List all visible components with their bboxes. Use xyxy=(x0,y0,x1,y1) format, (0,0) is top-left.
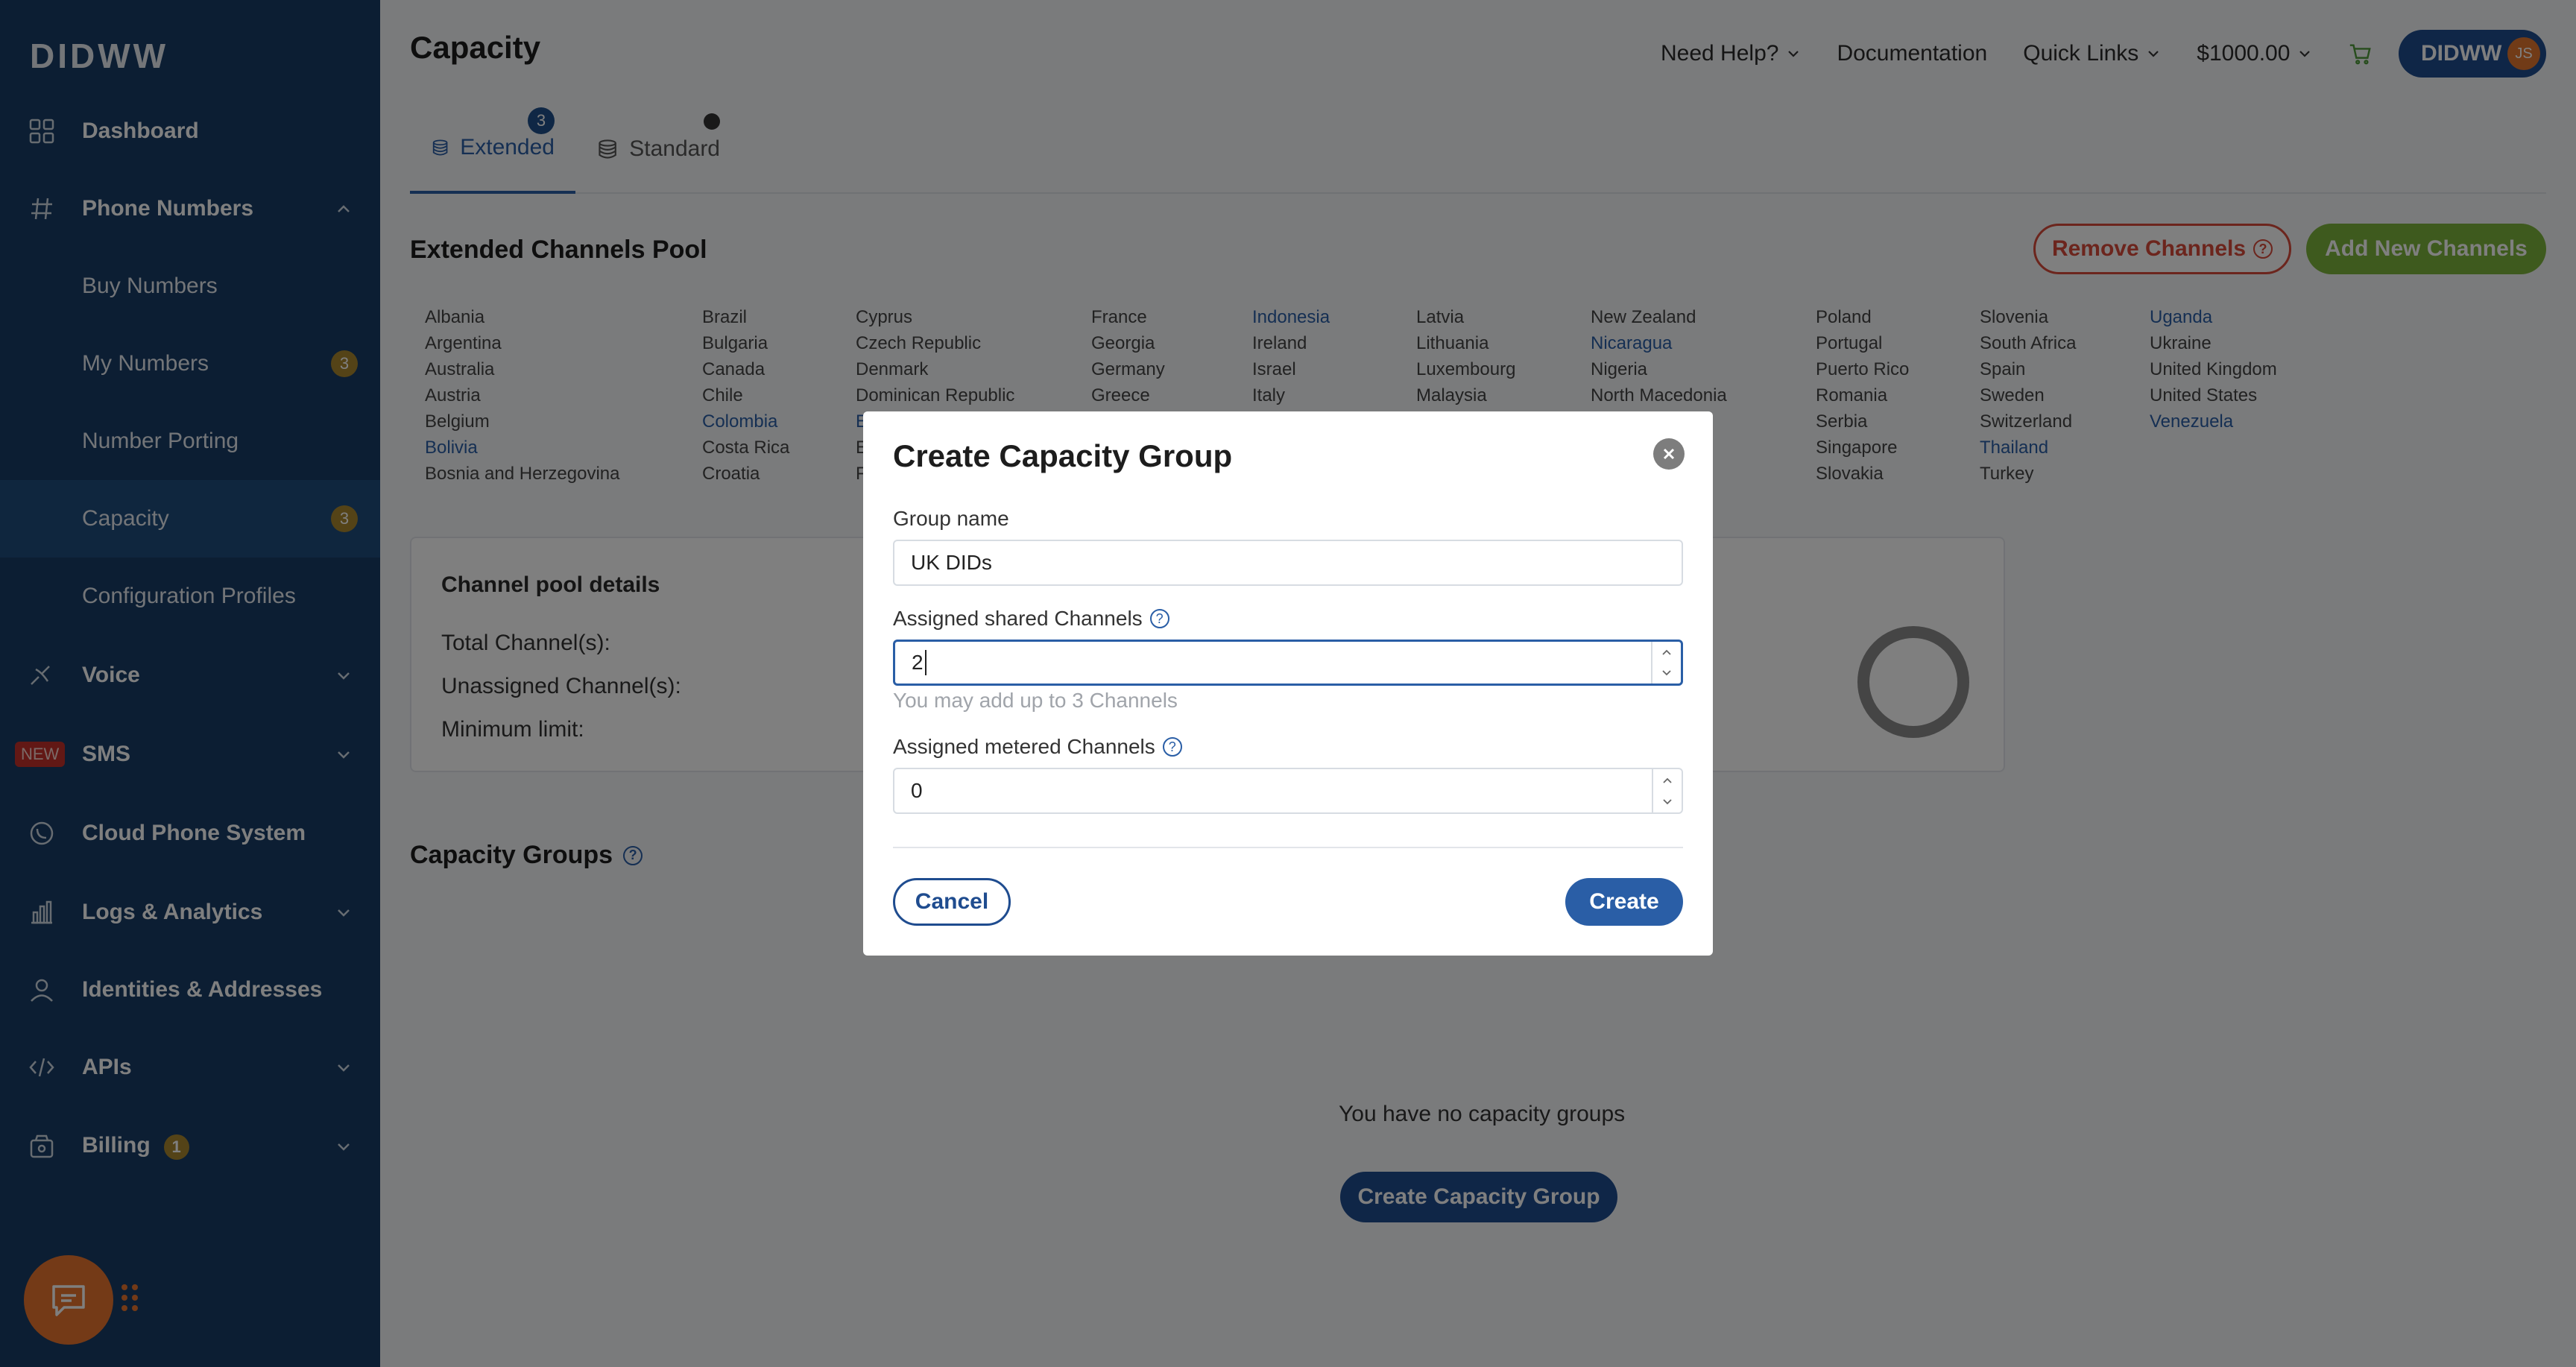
cancel-button[interactable]: Cancel xyxy=(893,878,1011,926)
shared-channels-value: 2 xyxy=(912,651,924,674)
shared-channels-hint: You may add up to 3 Channels xyxy=(893,689,1178,712)
metered-channels-stepper[interactable] xyxy=(1652,769,1682,812)
metered-channels-label: Assigned metered Channels xyxy=(893,735,1155,758)
metered-channels-label-row: Assigned metered Channels ? xyxy=(893,735,1182,759)
close-icon xyxy=(1663,448,1675,460)
create-button[interactable]: Create xyxy=(1565,878,1683,926)
group-name-value: UK DIDs xyxy=(911,551,992,574)
group-name-label: Group name xyxy=(893,507,1009,530)
chevron-up-icon[interactable] xyxy=(1661,648,1672,656)
help-icon[interactable]: ? xyxy=(1162,737,1182,757)
group-name-input[interactable]: UK DIDs xyxy=(893,540,1683,586)
close-button[interactable] xyxy=(1653,438,1685,470)
shared-channels-label: Assigned shared Channels xyxy=(893,607,1143,630)
shared-channels-input[interactable]: 2 xyxy=(893,640,1683,686)
dialog-title: Create Capacity Group xyxy=(893,438,1233,473)
shared-channels-label-row: Assigned shared Channels ? xyxy=(893,607,1169,631)
chevron-down-icon[interactable] xyxy=(1661,669,1672,677)
chevron-up-icon[interactable] xyxy=(1662,777,1673,784)
divider xyxy=(893,847,1683,848)
create-capacity-group-dialog: Create Capacity Group Group name UK DIDs… xyxy=(863,411,1713,956)
metered-channels-value: 0 xyxy=(911,779,923,802)
help-icon[interactable]: ? xyxy=(1149,609,1169,628)
text-cursor xyxy=(924,650,926,675)
chevron-down-icon[interactable] xyxy=(1662,798,1673,806)
shared-channels-stepper[interactable] xyxy=(1651,642,1681,684)
metered-channels-input[interactable]: 0 xyxy=(893,768,1683,814)
